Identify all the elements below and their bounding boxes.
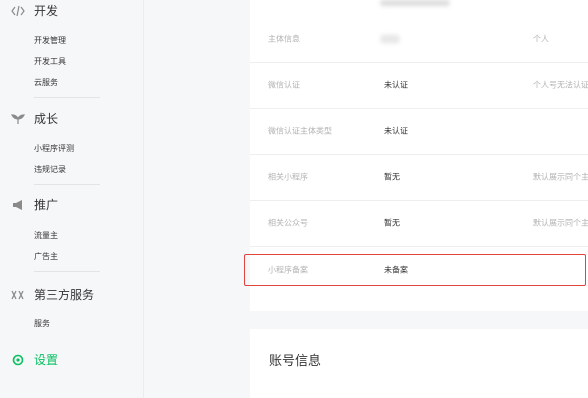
row-value: 未认证 xyxy=(384,126,408,136)
nav-item-evaluation[interactable]: 小程序评测 xyxy=(34,143,74,154)
nav-item-dev-management[interactable]: 开发管理 xyxy=(34,35,66,46)
nav-section-settings[interactable]: 设置 xyxy=(11,351,58,368)
nav-section-title: 推广 xyxy=(34,198,59,212)
info-row-wechat-verification: 微信认证 未认证 个人号无法认证 xyxy=(250,62,588,109)
row-label: 相关公众号 xyxy=(268,218,308,228)
account-info-card: 账号信息 xyxy=(250,329,588,398)
settings-icon xyxy=(11,353,25,367)
row-label: 微信认证主体类型 xyxy=(268,126,332,136)
highlight-box xyxy=(244,254,586,286)
row-label: 相关小程序 xyxy=(268,172,308,182)
row-note: 默认展示同个主体 xyxy=(533,172,588,182)
row-note: 个人 xyxy=(533,34,549,44)
info-row-related-official-account: 相关公众号 暂无 默认展示同个主体 xyxy=(250,200,588,247)
row-value: 暂无 xyxy=(384,218,400,228)
blurred-content xyxy=(380,0,450,6)
sprout-icon xyxy=(11,112,25,126)
row-note: 个人号无法认证 xyxy=(533,80,588,90)
nav-section-promotion[interactable]: 推广 xyxy=(11,196,58,213)
section-title: 账号信息 xyxy=(269,354,322,369)
nav-section-title: 开发 xyxy=(34,4,59,18)
megaphone-icon xyxy=(11,198,25,212)
divider xyxy=(34,184,100,185)
info-row-entity: 主体信息 个人 xyxy=(250,16,588,63)
puzzle-icon xyxy=(11,288,25,302)
info-row-related-miniprogram: 相关小程序 暂无 默认展示同个主体 xyxy=(250,154,588,201)
nav-section-growth[interactable]: 成长 xyxy=(11,110,58,127)
info-row-verification-type: 微信认证主体类型 未认证 xyxy=(250,108,588,155)
row-value: 未认证 xyxy=(384,80,408,90)
nav-item-cloud-service[interactable]: 云服务 xyxy=(34,77,58,88)
row-label: 微信认证 xyxy=(268,80,300,90)
nav-item-violation-records[interactable]: 违规记录 xyxy=(34,164,66,175)
nav-section-title: 第三方服务 xyxy=(34,288,95,302)
nav-section-title: 成长 xyxy=(34,112,59,126)
nav-item-dev-tools[interactable]: 开发工具 xyxy=(34,56,66,67)
sidebar: 开发 开发管理 开发工具 云服务 成长 小程序评测 违规记录 推广 流量主 广告… xyxy=(0,0,144,398)
row-label: 主体信息 xyxy=(268,34,300,44)
blurred-value xyxy=(380,34,400,44)
nav-item-advertiser[interactable]: 广告主 xyxy=(34,251,58,262)
divider xyxy=(34,97,100,98)
code-icon xyxy=(11,4,25,18)
row-note: 默认展示同个主体 xyxy=(533,218,588,228)
row-value: 暂无 xyxy=(384,172,400,182)
divider xyxy=(34,271,100,272)
nav-section-third-party[interactable]: 第三方服务 xyxy=(11,286,94,303)
nav-section-title: 设置 xyxy=(34,353,59,367)
nav-item-traffic-owner[interactable]: 流量主 xyxy=(34,230,58,241)
nav-item-service[interactable]: 服务 xyxy=(34,318,50,329)
nav-section-develop[interactable]: 开发 xyxy=(11,2,58,19)
